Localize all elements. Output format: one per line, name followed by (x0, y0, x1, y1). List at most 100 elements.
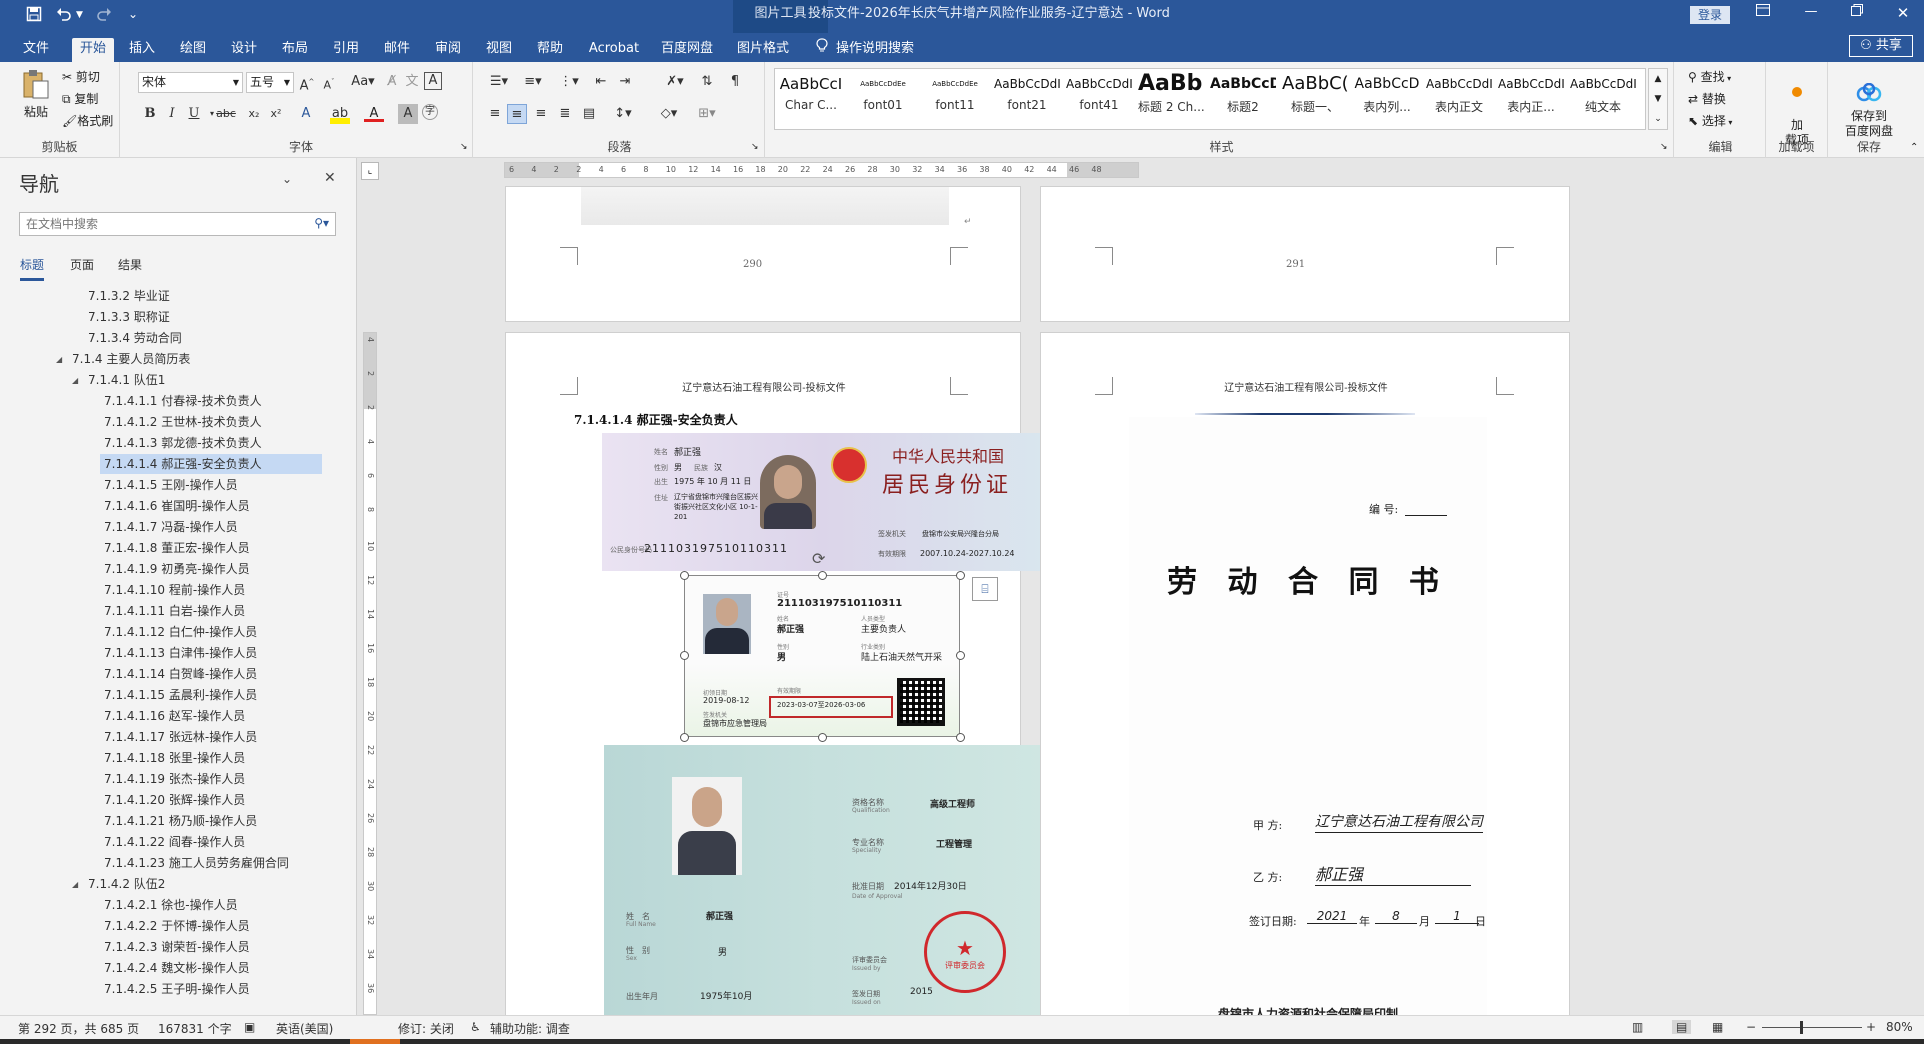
style-item[interactable]: AaBbCcD 表内列... (1354, 70, 1420, 128)
tab-draw[interactable]: 绘图 (175, 38, 211, 62)
cut-button[interactable]: ✂ 剪切 (62, 68, 100, 85)
tab-review[interactable]: 审阅 (430, 38, 466, 62)
zoom-slider-thumb[interactable] (1800, 1021, 1803, 1034)
print-layout-icon[interactable]: ▤ (1672, 1020, 1692, 1034)
search-icon[interactable]: ⚲▾ (314, 216, 329, 230)
login-button[interactable]: 登录 (1690, 6, 1730, 24)
tab-baidu[interactable]: 百度网盘 (656, 38, 718, 62)
bold-icon[interactable]: B (140, 104, 160, 124)
collapse-caret-icon[interactable]: ◢ (72, 376, 78, 385)
vertical-ruler[interactable]: 4 2 2 4 6 8 10 12 14 16 18 20 22 24 26 28 30 32 34 36 (363, 332, 377, 1015)
nav-heading-item[interactable]: 7.1.4.2.2 于怀博-操作人员 (104, 916, 250, 936)
paste-button[interactable]: 粘贴 (18, 68, 54, 120)
resize-handle[interactable] (956, 571, 965, 580)
nav-heading-item[interactable]: 7.1.4 主要人员简历表 (72, 349, 190, 369)
zoom-in-icon[interactable]: + (1866, 1020, 1876, 1034)
tab-design[interactable]: 设计 (226, 38, 262, 62)
word-count[interactable]: 167831 个字 (158, 1020, 232, 1037)
nav-options-icon[interactable]: ⌄ (282, 172, 292, 186)
chinese-layout-icon[interactable]: ✗▾ (661, 72, 689, 92)
language-status[interactable]: 英语(美国) (276, 1020, 333, 1037)
nav-heading-item[interactable]: 7.1.4.1.7 冯磊-操作人员 (104, 517, 238, 537)
resize-handle[interactable] (818, 733, 827, 742)
tab-layout[interactable]: 布局 (277, 38, 313, 62)
close-icon[interactable]: ✕ (324, 170, 336, 186)
zoom-out-icon[interactable]: − (1746, 1020, 1756, 1034)
sort-icon[interactable]: ⇅ (697, 72, 717, 92)
style-item[interactable]: AaBbCcDdEe font11 (922, 70, 988, 128)
underline-icon[interactable]: U (184, 104, 204, 124)
char-shading-icon[interactable]: A (398, 104, 418, 124)
distributed-icon[interactable]: ▤ (579, 104, 599, 124)
grow-font-icon[interactable]: A^ (297, 72, 317, 93)
read-mode-icon[interactable]: ▥ (1632, 1020, 1643, 1034)
font-name-select[interactable]: 宋体 ▼ (138, 72, 243, 93)
copy-button[interactable]: ⧉ 复制 (62, 90, 98, 107)
tab-selector[interactable]: ⌞ (361, 162, 379, 180)
italic-icon[interactable]: I (162, 104, 182, 124)
style-item[interactable]: AaBb(标题 2 Ch... (1138, 70, 1204, 128)
justify-icon[interactable]: ≣ (555, 104, 575, 124)
subscript-icon[interactable]: x₂ (244, 104, 264, 124)
nav-heading-item[interactable]: 7.1.4.1.8 董正宏-操作人员 (104, 538, 250, 558)
tab-view[interactable]: 视图 (481, 38, 517, 62)
nav-heading-item[interactable]: 7.1.4.1.5 王刚-操作人员 (104, 475, 238, 495)
collapse-ribbon-icon[interactable]: ⌃ (1910, 142, 1918, 153)
font-size-select[interactable]: 五号 ▼ (246, 72, 294, 93)
nav-heading-item[interactable]: 7.1.4.1.18 张里-操作人员 (104, 748, 245, 768)
style-item[interactable]: AaBbC(标题一、 (1282, 70, 1348, 128)
shading-icon[interactable]: ◇▾ (655, 104, 683, 124)
resize-handle[interactable] (680, 651, 689, 660)
nav-heading-item[interactable]: 7.1.4.1.6 崔国明-操作人员 (104, 496, 250, 516)
replace-button[interactable]: ⇄ 替换 (1688, 90, 1726, 107)
resize-handle[interactable] (956, 733, 965, 742)
tab-insert[interactable]: 插入 (124, 38, 160, 62)
highlight-icon[interactable]: ab (330, 104, 350, 124)
zoom-slider[interactable] (1762, 1027, 1862, 1028)
accessibility-status[interactable]: 辅助功能: 调查 (490, 1020, 570, 1037)
nav-heading-item[interactable]: 7.1.4.1.4 郝正强-安全负责人 (100, 454, 322, 474)
nav-heading-item[interactable]: 7.1.4.2.5 王子明-操作人员 (104, 979, 250, 999)
ribbon-display-icon[interactable] (1748, 4, 1778, 20)
document-canvas[interactable]: ↵ 290 291 辽宁意达石油工程有限公司-投标文件 7.1.4.1.4 郝正… (380, 180, 1924, 1015)
shrink-font-icon[interactable]: Aˇ (319, 72, 339, 92)
save-icon[interactable] (26, 6, 42, 26)
nav-heading-item[interactable]: 7.1.4.1.15 孟晨利-操作人员 (104, 685, 257, 705)
nav-heading-item[interactable]: 7.1.4.1 队伍1 (88, 370, 165, 390)
numbering-icon[interactable]: ≡▾ (519, 72, 547, 92)
nav-heading-item[interactable]: 7.1.4.1.9 初勇亮-操作人员 (104, 559, 250, 579)
restore-icon[interactable] (1842, 4, 1872, 20)
nav-heading-item[interactable]: 7.1.4.1.12 白仁仲-操作人员 (104, 622, 257, 642)
nav-heading-item[interactable]: 7.1.4.2.4 魏文彬-操作人员 (104, 958, 250, 978)
nav-heading-item[interactable]: 7.1.4.2.1 徐也-操作人员 (104, 895, 238, 915)
nav-heading-item[interactable]: 7.1.4.1.17 张远林-操作人员 (104, 727, 257, 747)
nav-heading-item[interactable]: 7.1.3.2 毕业证 (88, 286, 170, 306)
clear-format-icon[interactable]: A̸ (382, 72, 402, 92)
superscript-icon[interactable]: x² (266, 104, 286, 124)
find-button[interactable]: ⚲ 查找 ▾ (1688, 68, 1731, 85)
bullets-icon[interactable]: ☰▾ (485, 72, 513, 92)
web-layout-icon[interactable]: ▦ (1712, 1020, 1723, 1034)
borders-icon[interactable]: ⊞▾ (693, 104, 721, 124)
change-case-icon[interactable]: Aa▾ (348, 72, 378, 92)
style-item[interactable]: AaBbCcDdI font41 (1066, 70, 1132, 128)
style-item[interactable]: AaBbCcDdI 表内正... (1498, 70, 1564, 128)
nav-heading-item[interactable]: 7.1.3.4 劳动合同 (88, 328, 182, 348)
nav-tab-headings[interactable]: 标题 (20, 256, 45, 281)
enclose-char-icon[interactable]: 字 (422, 104, 438, 120)
nav-heading-item[interactable]: 7.1.4.1.13 白津伟-操作人员 (104, 643, 257, 663)
undo-icon[interactable] (56, 6, 72, 26)
line-spacing-icon[interactable]: ↕▾ (609, 104, 637, 124)
undo-dropdown-icon[interactable]: ▼ (76, 10, 83, 20)
addins-button[interactable]: 加 载项 (1774, 68, 1820, 148)
style-item[interactable]: AaBbCcD 标题2 (1210, 70, 1276, 128)
nav-heading-item[interactable]: 7.1.4.1.10 程前-操作人员 (104, 580, 245, 600)
layout-options-icon[interactable]: ⌸ (972, 577, 998, 601)
show-marks-icon[interactable]: ¶ (725, 72, 745, 92)
nav-heading-item[interactable]: 7.1.3.3 职称证 (88, 307, 170, 327)
font-color-icon[interactable]: A (364, 104, 384, 122)
nav-tab-results[interactable]: 结果 (118, 256, 142, 273)
collapse-caret-icon[interactable]: ◢ (72, 880, 78, 889)
multilevel-list-icon[interactable]: ⋮▾ (555, 72, 583, 92)
tab-home[interactable]: 开始 (72, 38, 114, 62)
